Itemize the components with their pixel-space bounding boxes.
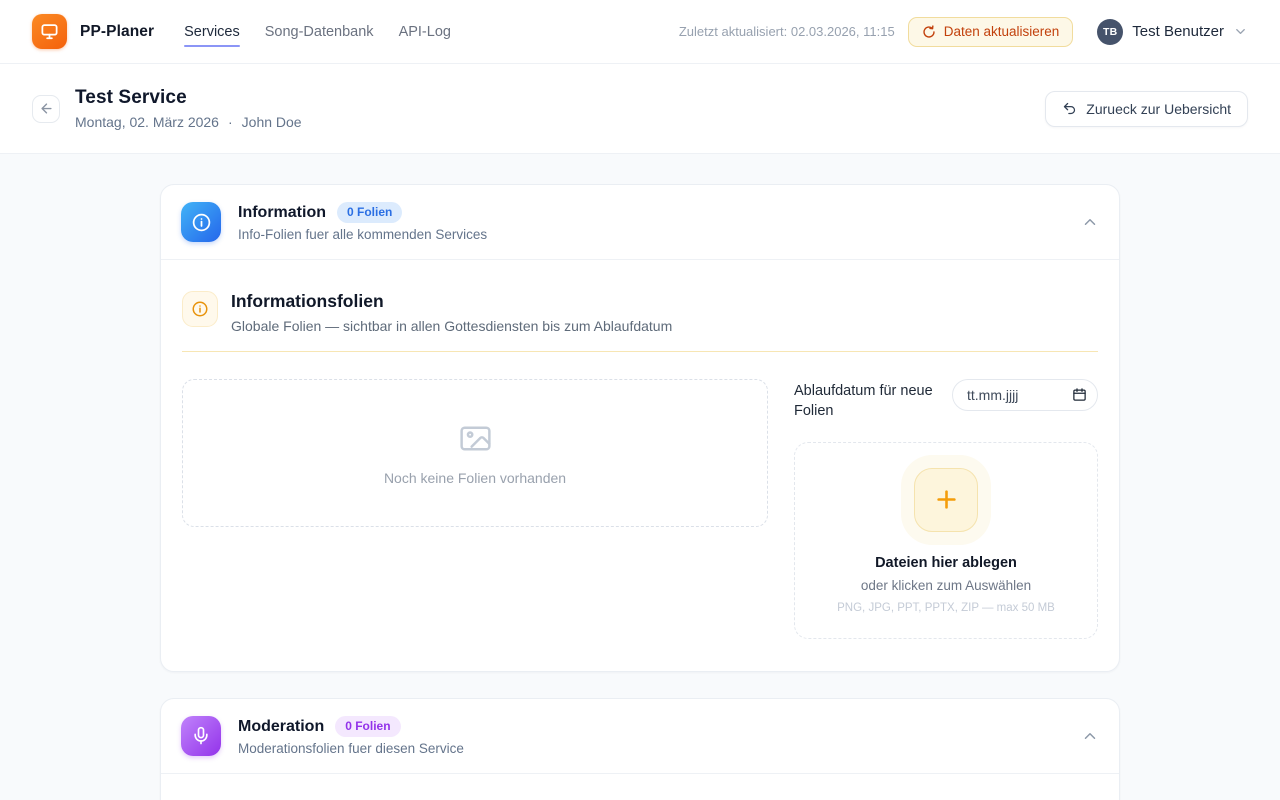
information-card-body: Informationsfolien Globale Folien — sich… [161, 260, 1119, 671]
chevron-down-icon [1233, 24, 1248, 39]
informationsfolien-title: Informationsfolien [231, 291, 672, 312]
refresh-button-label: Daten aktualisieren [944, 24, 1060, 39]
information-header-text: Information 0 Folien Info-Folien fuer al… [238, 202, 487, 242]
top-bar-right: Zuletzt aktualisiert: 02.03.2026, 11:15 … [679, 17, 1248, 47]
informationsfolien-subtitle: Globale Folien — sichtbar in allen Gotte… [231, 318, 672, 334]
amber-divider [182, 351, 1098, 352]
brand-name: PP-Planer [80, 23, 154, 41]
dropzone-title: Dateien hier ablegen [875, 555, 1017, 571]
microphone-icon [191, 726, 211, 746]
info-tile [181, 202, 221, 242]
moderation-card-header[interactable]: Moderation 0 Folien Moderationsfolien fu… [161, 699, 1119, 773]
presentation-icon [40, 22, 59, 41]
nav-api-log[interactable]: API-Log [399, 0, 451, 64]
content-area: Information 0 Folien Info-Folien fuer al… [0, 154, 1280, 800]
moderation-card-body: Moderationsfolien [161, 774, 1119, 800]
moderation-tile [181, 716, 221, 756]
page-subtitle: Montag, 02. März 2026 · John Doe [75, 114, 302, 130]
expiry-date-label: Ablaufdatum für neue Folien [794, 379, 952, 421]
plus-tile [914, 468, 978, 532]
nav-song-datenbank[interactable]: Song-Datenbank [265, 0, 374, 64]
page-header: Test Service Montag, 02. März 2026 · Joh… [0, 64, 1280, 154]
plus-icon [933, 486, 960, 513]
refresh-icon [922, 25, 936, 39]
image-icon [457, 420, 494, 457]
expiry-date-input[interactable] [952, 379, 1098, 411]
information-count-badge: 0 Folien [337, 202, 402, 223]
undo-icon [1062, 101, 1077, 116]
app-logo [32, 14, 67, 49]
moderation-subtitle: Moderationsfolien fuer diesen Service [238, 741, 464, 756]
moderation-title: Moderation [238, 718, 324, 736]
information-subtitle: Info-Folien fuer alle kommenden Services [238, 227, 487, 242]
page-title: Test Service [75, 87, 302, 109]
dropzone-subtitle: oder klicken zum Auswählen [861, 578, 1031, 593]
service-author: John Doe [242, 114, 302, 130]
back-button[interactable] [32, 95, 60, 123]
slides-empty-state: Noch keine Folien vorhanden [182, 379, 768, 527]
information-card: Information 0 Folien Info-Folien fuer al… [160, 184, 1120, 672]
chevron-up-icon[interactable] [1081, 727, 1099, 745]
upload-column: Ablaufdatum für neue Folien [794, 379, 1098, 639]
expiry-row: Ablaufdatum für neue Folien [794, 379, 1098, 421]
expiry-date-field [952, 379, 1098, 411]
arrow-left-icon [39, 101, 54, 116]
refresh-data-button[interactable]: Daten aktualisieren [908, 17, 1074, 47]
back-to-overview-label: Zurueck zur Uebersicht [1086, 101, 1231, 117]
chevron-up-icon[interactable] [1081, 213, 1099, 231]
informationsfolien-text: Informationsfolien Globale Folien — sich… [231, 291, 672, 334]
information-card-header[interactable]: Information 0 Folien Info-Folien fuer al… [161, 185, 1119, 259]
main-nav: Services Song-Datenbank API-Log [184, 0, 451, 64]
last-updated-text: Zuletzt aktualisiert: 02.03.2026, 11:15 [679, 24, 895, 39]
moderation-card: Moderation 0 Folien Moderationsfolien fu… [160, 698, 1120, 800]
page-title-block: Test Service Montag, 02. März 2026 · Joh… [75, 87, 302, 130]
moderation-count-badge: 0 Folien [335, 716, 400, 737]
subtitle-separator: · [228, 114, 233, 130]
info-circle-icon [182, 291, 218, 327]
nav-services[interactable]: Services [184, 0, 240, 64]
file-dropzone[interactable]: Dateien hier ablegen oder klicken zum Au… [794, 442, 1098, 639]
info-icon [191, 212, 212, 233]
brand[interactable]: PP-Planer [32, 14, 154, 49]
user-name: Test Benutzer [1132, 23, 1224, 40]
dropzone-filetypes-hint: PNG, JPG, PPT, PPTX, ZIP — max 50 MB [837, 602, 1055, 614]
moderation-header-text: Moderation 0 Folien Moderationsfolien fu… [238, 716, 464, 756]
informationsfolien-section-head: Informationsfolien Globale Folien — sich… [182, 291, 1098, 334]
top-bar: PP-Planer Services Song-Datenbank API-Lo… [0, 0, 1280, 64]
service-date: Montag, 02. März 2026 [75, 114, 219, 130]
information-title: Information [238, 204, 326, 222]
user-menu[interactable]: TB Test Benutzer [1097, 19, 1248, 45]
avatar: TB [1097, 19, 1123, 45]
back-to-overview-button[interactable]: Zurueck zur Uebersicht [1045, 91, 1248, 127]
empty-state-text: Noch keine Folien vorhanden [384, 470, 566, 486]
